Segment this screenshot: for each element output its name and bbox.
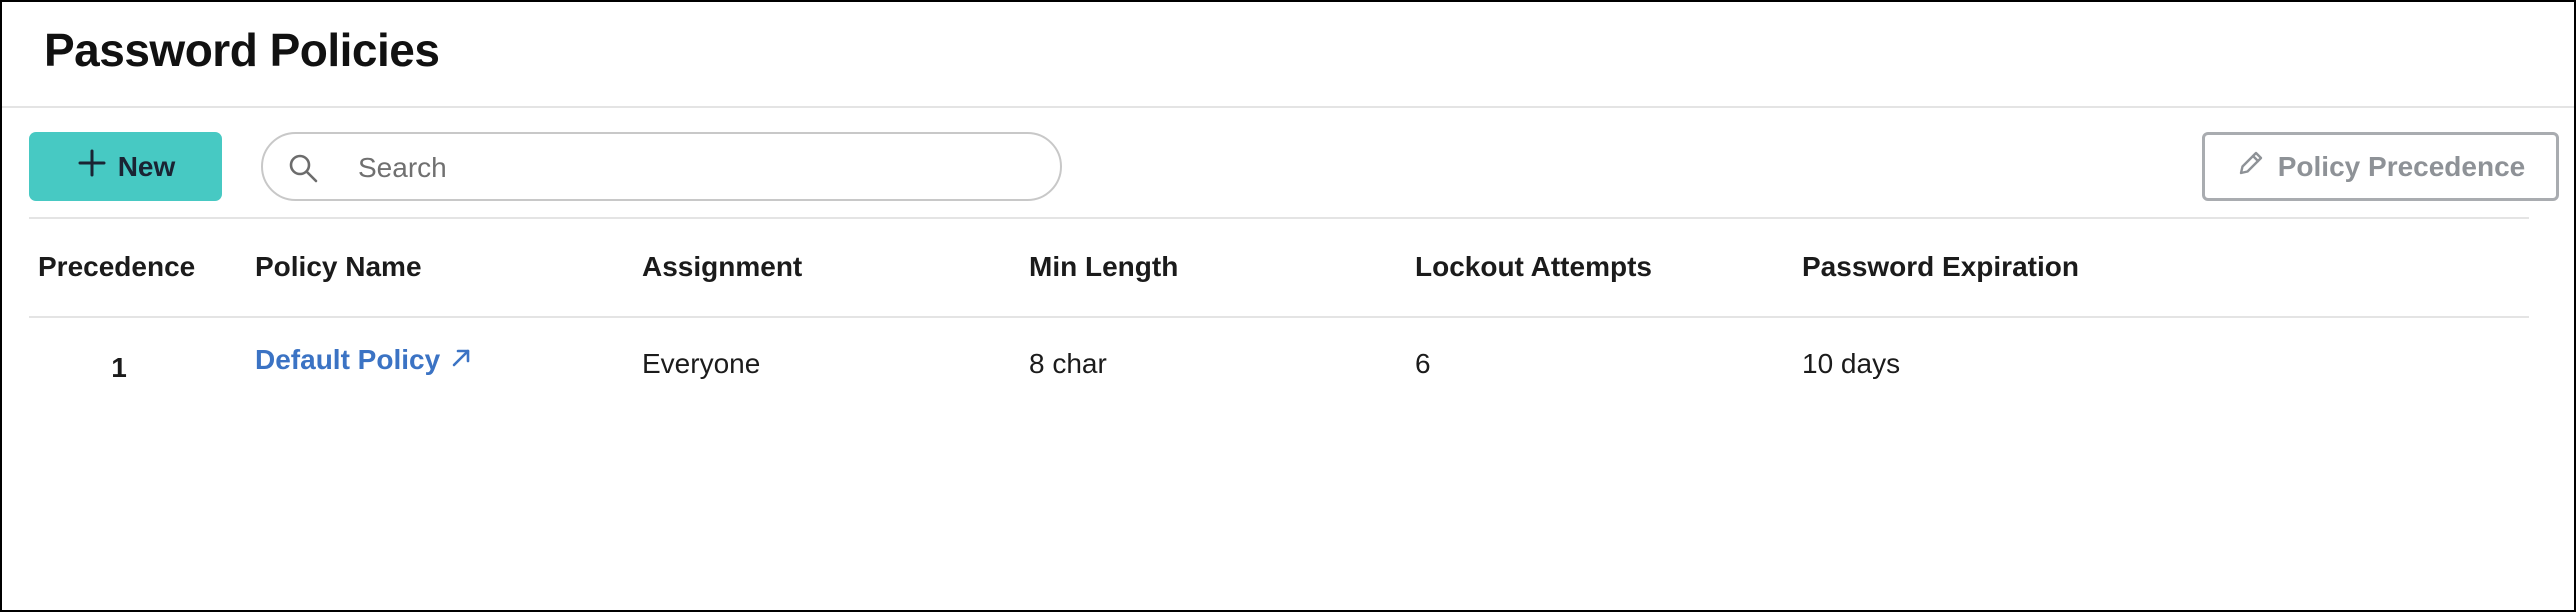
- cell-lockout-attempts: 6: [1415, 348, 1431, 379]
- pencil-icon: [2236, 148, 2266, 185]
- column-header-policy-name[interactable]: Policy Name: [255, 251, 422, 283]
- search-box[interactable]: [261, 132, 1062, 201]
- column-header-lockout-attempts[interactable]: Lockout Attempts: [1415, 251, 1652, 283]
- column-header-password-expiration[interactable]: Password Expiration: [1802, 251, 2079, 283]
- table-header-row: Precedence Policy Name Assignment Min Le…: [2, 219, 2576, 317]
- policy-name-link[interactable]: Default Policy: [255, 344, 472, 376]
- plus-icon: [76, 147, 108, 186]
- table-row: 1 Default Policy Everyone 8 char 6 10 da…: [2, 318, 2576, 418]
- new-policy-button[interactable]: New: [29, 132, 222, 201]
- page-title: Password Policies: [44, 24, 440, 76]
- external-link-arrow-icon: [450, 344, 472, 376]
- password-policies-panel: Password Policies New Search Policy Prec…: [0, 0, 2576, 612]
- toolbar: New Policy Precedence: [2, 108, 2574, 218]
- policy-precedence-button[interactable]: Policy Precedence: [2202, 132, 2559, 201]
- column-header-min-length[interactable]: Min Length: [1029, 251, 1178, 283]
- search-icon: [287, 152, 319, 184]
- search-input[interactable]: [356, 142, 1020, 194]
- new-button-label: New: [117, 150, 176, 182]
- cell-min-length: 8 char: [1029, 348, 1107, 379]
- policy-name-label: Default Policy: [255, 344, 441, 375]
- column-header-assignment[interactable]: Assignment: [642, 251, 802, 283]
- cell-precedence: 1: [111, 352, 127, 383]
- cell-password-expiration: 10 days: [1802, 348, 1901, 379]
- column-header-precedence[interactable]: Precedence: [38, 251, 195, 283]
- cell-assignment: Everyone: [642, 348, 761, 379]
- policy-precedence-label: Policy Precedence: [2277, 150, 2526, 182]
